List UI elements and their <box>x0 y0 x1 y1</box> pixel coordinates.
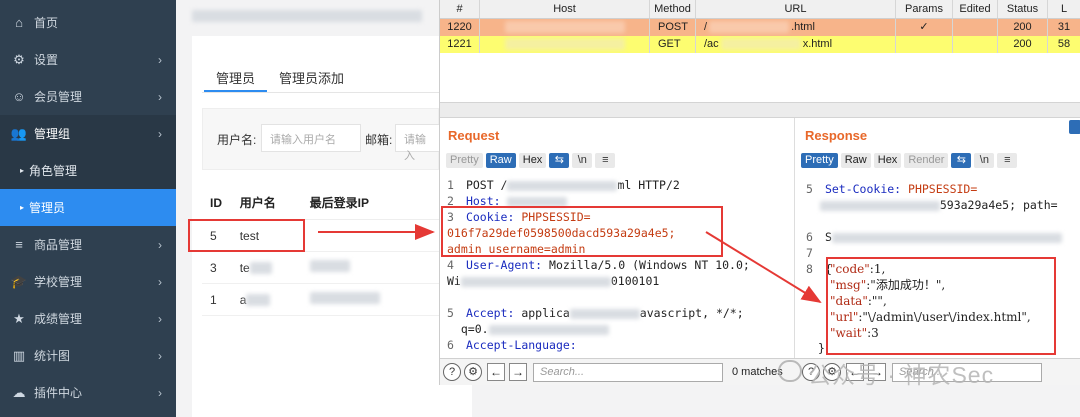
wechat-logo-icon <box>778 360 802 382</box>
watermark: 公众号 · 神农Sec <box>808 362 995 388</box>
arrow-to-response <box>705 231 822 304</box>
annotation-arrows <box>318 224 822 304</box>
